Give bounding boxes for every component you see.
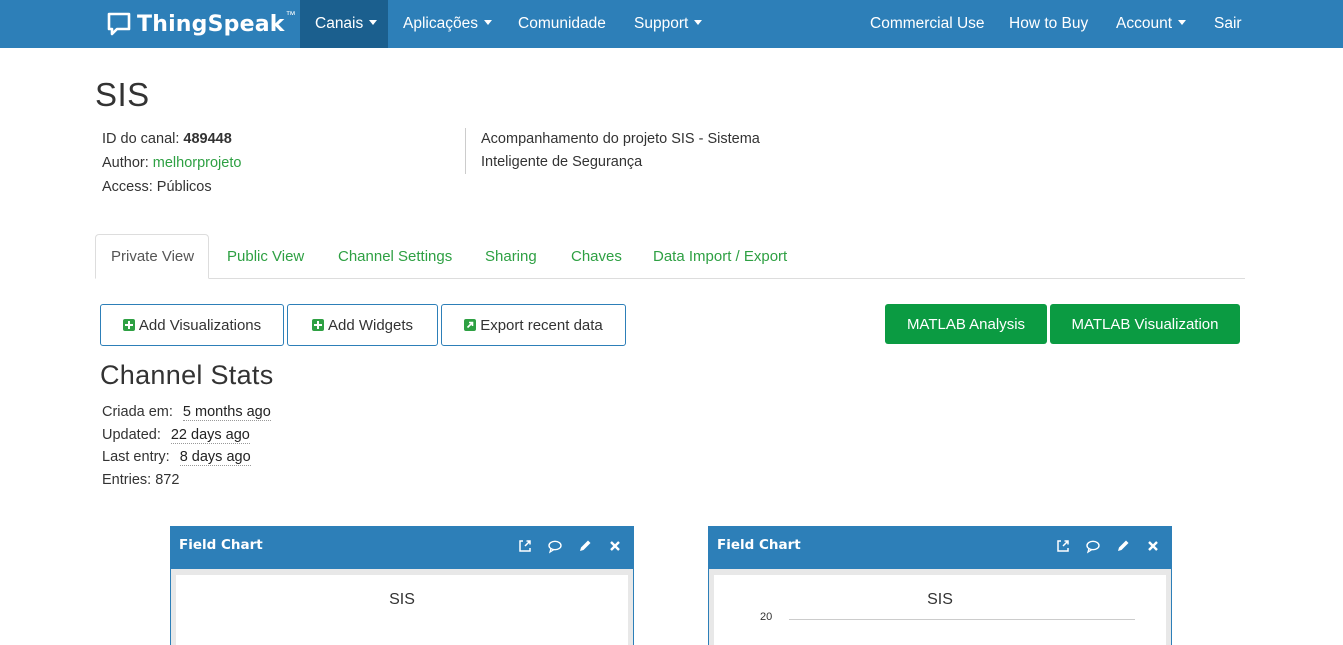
- add-widgets-label: Add Widgets: [327, 316, 414, 334]
- stat-last-entry-value: 8 days ago: [179, 449, 251, 466]
- nav-comunidade[interactable]: Comunidade: [503, 0, 621, 48]
- add-widgets-button[interactable]: Add Widgets: [287, 304, 438, 346]
- external-link-icon[interactable]: [1055, 538, 1071, 554]
- field-chart-panel: Field Chart SIS: [170, 526, 634, 645]
- tab-data-import-export[interactable]: Data Import / Export: [638, 234, 802, 279]
- tab-private-view[interactable]: Private View: [95, 234, 209, 279]
- nav-aplicacoes-label: Aplicações: [403, 15, 478, 32]
- author-link[interactable]: melhorprojeto: [153, 155, 242, 171]
- nav-support-label: Support: [634, 15, 689, 32]
- chart-gridline: [789, 619, 1135, 620]
- field-chart-panel: Field Chart SIS 20: [708, 526, 1172, 645]
- matlab-analysis-button[interactable]: MATLAB Analysis: [885, 304, 1047, 344]
- pencil-icon[interactable]: [577, 538, 593, 554]
- channel-id-row: ID do canal: 489448: [102, 131, 232, 147]
- brand-trademark: ™: [285, 9, 296, 21]
- stat-last-entry: Last entry: 8 days ago: [102, 449, 251, 466]
- nav-account[interactable]: Account: [1101, 0, 1201, 48]
- nav-commercial-use[interactable]: Commercial Use: [855, 0, 1000, 48]
- panel-header: Field Chart: [709, 527, 1171, 569]
- add-visualizations-button[interactable]: Add Visualizations: [100, 304, 284, 346]
- panel-title: Field Chart: [179, 537, 263, 553]
- description-divider: [465, 128, 466, 174]
- tab-sharing[interactable]: Sharing: [470, 234, 552, 279]
- pencil-icon[interactable]: [1115, 538, 1131, 554]
- nav-commercial-use-label: Commercial Use: [870, 15, 985, 32]
- matlab-visualization-button[interactable]: MATLAB Visualization: [1050, 304, 1240, 344]
- export-recent-data-button[interactable]: Export recent data: [441, 304, 626, 346]
- stat-created-value: 5 months ago: [182, 404, 271, 421]
- nav-canais[interactable]: Canais: [300, 0, 388, 48]
- tab-channel-settings[interactable]: Channel Settings: [323, 234, 467, 279]
- comment-icon[interactable]: [1085, 538, 1101, 554]
- export-recent-data-label: Export recent data: [480, 316, 603, 334]
- nav-account-label: Account: [1116, 15, 1173, 32]
- channel-stats-heading: Channel Stats: [100, 360, 274, 390]
- nav-how-to-buy-label: How to Buy: [1009, 15, 1089, 32]
- page-title: SIS: [95, 76, 150, 113]
- chart-area: SIS 20: [714, 575, 1166, 645]
- nav-sair[interactable]: Sair: [1199, 0, 1257, 48]
- caret-down-icon: [1178, 20, 1187, 26]
- chart-title: SIS: [927, 591, 953, 608]
- stat-created: Criada em: 5 months ago: [102, 404, 271, 421]
- access-label: Access:: [102, 179, 153, 195]
- stat-entries-value: 872: [155, 472, 180, 488]
- plus-square-icon: [122, 319, 135, 331]
- y-axis-tick-label: 20: [760, 611, 773, 623]
- tab-chaves[interactable]: Chaves: [556, 234, 637, 279]
- add-visualizations-label: Add Visualizations: [138, 316, 262, 334]
- chart-title: SIS: [389, 591, 415, 608]
- brand-name: ThingSpeak: [137, 11, 285, 37]
- caret-down-icon: [369, 20, 378, 26]
- panel-title: Field Chart: [717, 537, 801, 553]
- nav-sair-label: Sair: [1214, 15, 1242, 32]
- external-link-icon[interactable]: [517, 538, 533, 554]
- nav-comunidade-label: Comunidade: [518, 15, 606, 32]
- nav-support[interactable]: Support: [619, 0, 717, 48]
- nav-aplicacoes[interactable]: Aplicações: [388, 0, 507, 48]
- stat-created-label: Criada em:: [102, 404, 173, 420]
- nav-canais-label: Canais: [315, 15, 364, 32]
- comment-icon[interactable]: [547, 538, 563, 554]
- panel-toolbar: [517, 538, 623, 554]
- author-label: Author:: [102, 155, 149, 171]
- speech-bubble-logo-icon: [107, 12, 131, 36]
- access-value: Públicos: [156, 179, 212, 195]
- stat-entries-label: Entries:: [102, 472, 152, 488]
- close-icon[interactable]: [1145, 538, 1161, 554]
- stat-last-entry-label: Last entry:: [102, 449, 170, 465]
- stat-entries: Entries: 872: [102, 472, 179, 488]
- chart-area: SIS: [176, 575, 628, 645]
- plus-square-icon: [311, 319, 324, 331]
- thingspeak-logo[interactable]: ThingSpeak ™: [106, 8, 296, 40]
- caret-down-icon: [694, 20, 703, 26]
- author-row: Author: melhorprojeto: [102, 155, 241, 171]
- access-row: Access: Públicos: [102, 179, 212, 195]
- panel-header: Field Chart: [171, 527, 633, 569]
- stat-updated: Updated: 22 days ago: [102, 427, 250, 444]
- stat-updated-label: Updated:: [102, 427, 161, 443]
- caret-down-icon: [483, 20, 492, 26]
- panel-toolbar: [1055, 538, 1161, 554]
- channel-description: Acompanhamento do projeto SIS - Sistema …: [481, 131, 760, 170]
- stat-updated-value: 22 days ago: [170, 427, 250, 444]
- channel-id-label: ID do canal:: [102, 131, 180, 147]
- external-link-square-icon: [464, 319, 477, 331]
- nav-how-to-buy[interactable]: How to Buy: [994, 0, 1103, 48]
- top-navbar: ThingSpeak ™ Canais Aplicações Comunidade…: [0, 0, 1343, 48]
- tab-public-view[interactable]: Public View: [212, 234, 319, 279]
- channel-id-value: 489448: [183, 131, 232, 147]
- close-icon[interactable]: [607, 538, 623, 554]
